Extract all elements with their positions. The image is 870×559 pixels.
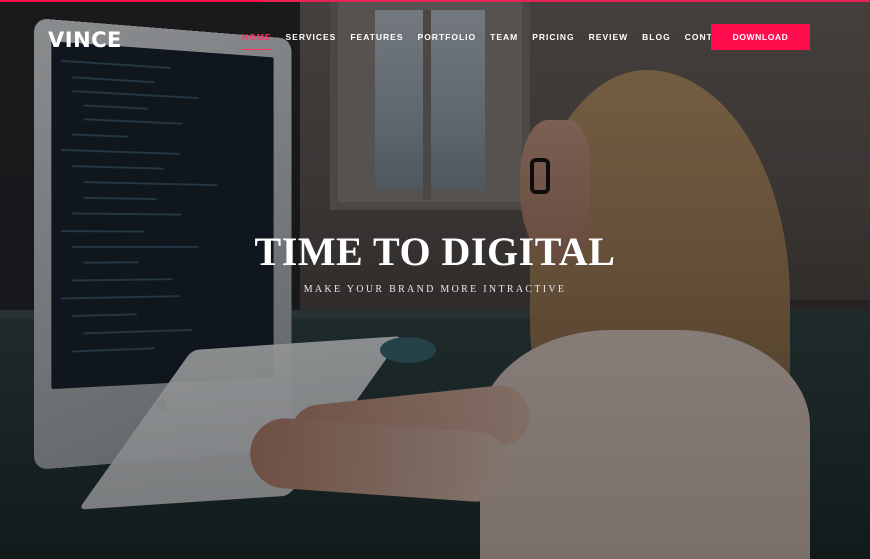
nav-item-blog[interactable]: BLOG: [642, 32, 671, 42]
main-nav: HOME SERVICES FEATURES PORTFOLIO TEAM PR…: [242, 32, 747, 50]
site-logo[interactable]: VINCE: [48, 28, 122, 52]
nav-item-portfolio[interactable]: PORTFOLIO: [418, 32, 477, 42]
download-button[interactable]: DOWNLOAD: [711, 24, 810, 50]
nav-item-home[interactable]: HOME: [242, 32, 272, 50]
nav-item-pricing[interactable]: PRICING: [532, 32, 574, 42]
nav-item-features[interactable]: FEATURES: [350, 32, 403, 42]
hero-subtitle: MAKE YOUR BRAND MORE INTRACTIVE: [303, 284, 567, 295]
hero-section: [0, 0, 870, 559]
nav-item-services[interactable]: SERVICES: [286, 32, 337, 42]
nav-item-team[interactable]: TEAM: [490, 32, 518, 42]
hero-title: TIME TO DIGITAL: [254, 229, 616, 274]
top-accent-line: [262, 0, 870, 2]
dark-overlay: [0, 0, 870, 559]
nav-item-review[interactable]: REVIEW: [589, 32, 629, 42]
